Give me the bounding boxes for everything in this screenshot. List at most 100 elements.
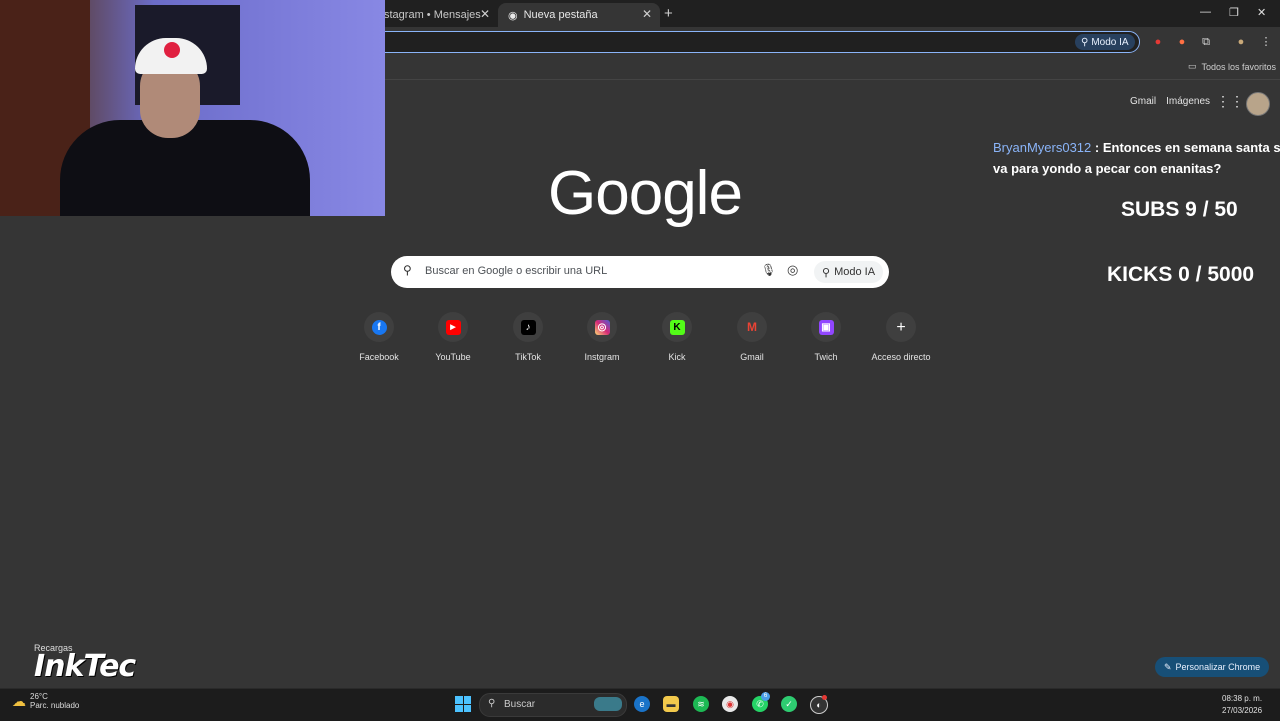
shortcut-youtube[interactable]: ▶ YouTube xyxy=(418,312,488,362)
tab-close-icon[interactable]: ✕ xyxy=(480,7,490,21)
plus-icon: + xyxy=(896,318,906,336)
pencil-icon: ✎ xyxy=(1164,661,1172,672)
brand-name: InkTec xyxy=(34,649,136,684)
shortcut-tile: + xyxy=(886,312,916,342)
windows-logo-pane xyxy=(455,704,463,712)
time: 08:38 p. m. xyxy=(1222,694,1263,703)
taskbar-search[interactable]: ⚲ Buscar xyxy=(479,693,627,717)
extension-icon[interactable]: ● xyxy=(1151,35,1165,49)
profile-icon[interactable]: ● xyxy=(1234,35,1248,49)
shortcut-tiktok[interactable]: ♪ TikTok xyxy=(493,312,563,362)
shortcut-instagram[interactable]: ◎ Instgram xyxy=(567,312,637,362)
windows-logo-pane xyxy=(463,704,471,712)
weather-widget[interactable]: ☁ 26°C Parc. nublado xyxy=(12,692,79,710)
chrome-icon: ◉ xyxy=(508,9,518,22)
weather-condition: Parc. nublado xyxy=(30,701,80,710)
start-button[interactable] xyxy=(455,696,471,712)
search-icon: ⚲ xyxy=(488,698,496,709)
all-bookmarks-button[interactable]: ▭ Todos los favoritos xyxy=(1188,61,1276,72)
menu-icon[interactable]: ⋮ xyxy=(1259,35,1273,49)
shortcut-tile: f xyxy=(364,312,394,342)
shortcut-tile: ♪ xyxy=(513,312,543,342)
gmail-link[interactable]: Gmail xyxy=(1130,96,1156,107)
tiktok-icon: ♪ xyxy=(520,319,536,335)
restore-icon[interactable]: ❐ xyxy=(1229,6,1239,19)
chat-message: BryanMyers0312 : Entonces en semana sant… xyxy=(993,137,1280,179)
shortcut-label: YouTube xyxy=(435,352,471,362)
shortcut-label: Instgram xyxy=(584,352,620,362)
lens-icon[interactable]: ◎ xyxy=(787,262,798,278)
omnibox-ai-label: Modo IA xyxy=(1091,36,1129,48)
file-explorer-icon[interactable]: ▬ xyxy=(663,696,679,712)
puzzle-icon[interactable]: ⧉ xyxy=(1199,35,1213,49)
chat-text-line1: : Entonces en semana santa s xyxy=(1091,140,1280,155)
chrome-icon[interactable]: ◉ xyxy=(722,696,738,712)
tab-new-tab[interactable]: ◉ Nueva pestaña ✕ xyxy=(498,3,660,27)
kicks-goal: KICKS 0 / 5000 xyxy=(1107,263,1255,286)
brand-logo: Recargas InkTec xyxy=(34,643,136,684)
facebook-icon: f xyxy=(371,319,387,335)
windows-logo-pane xyxy=(455,696,463,704)
shortcut-tile: ▶ xyxy=(438,312,468,342)
tab-instagram[interactable]: stagram • Mensajes ✕ xyxy=(378,3,498,27)
omnibox-ai-mode-button[interactable]: ⚲ Modo IA xyxy=(1075,34,1135,50)
shortcut-kick[interactable]: K Kick xyxy=(642,312,712,362)
address-bar[interactable] xyxy=(350,31,1140,53)
instagram-icon: ◎ xyxy=(594,319,610,335)
shortcut-twitch[interactable]: ▣ Twich xyxy=(791,312,861,362)
extension-icon[interactable]: ● xyxy=(1175,35,1189,49)
windows-logo-pane xyxy=(463,696,471,704)
shortcut-gmail[interactable]: M Gmail xyxy=(717,312,787,362)
recording-dot xyxy=(822,695,827,700)
tab-close-icon[interactable]: ✕ xyxy=(642,7,652,21)
ai-search-icon: ⚲ xyxy=(1081,36,1089,48)
shortcut-tile: K xyxy=(662,312,692,342)
system-clock[interactable]: 08:38 p. m. 27/03/2026 xyxy=(1222,693,1262,717)
cap-logo xyxy=(164,42,180,58)
edge-icon[interactable]: e xyxy=(634,696,650,712)
chat-username: BryanMyers0312 xyxy=(993,140,1092,155)
shortcut-tile: ◎ xyxy=(587,312,617,342)
subs-goal: SUBS 9 / 50 xyxy=(1121,198,1238,221)
app-icon[interactable]: ✓ xyxy=(781,696,797,712)
shortcut-label: Facebook xyxy=(359,352,399,362)
all-bookmarks-label: Todos los favoritos xyxy=(1201,61,1277,72)
youtube-icon: ▶ xyxy=(445,319,461,335)
chat-text-line2: va para yondo a pecar con enanitas? xyxy=(993,161,1222,176)
shortcut-label: Gmail xyxy=(740,352,764,362)
google-top-links: Gmail Imágenes xyxy=(1130,96,1210,107)
kick-icon: K xyxy=(669,319,685,335)
date: 27/03/2026 xyxy=(1222,706,1263,715)
new-tab-button[interactable]: + xyxy=(664,5,673,22)
microphone-icon[interactable]: 🎙 xyxy=(761,263,776,277)
google-logo: Google xyxy=(548,159,743,228)
gmail-icon: M xyxy=(747,319,757,334)
search-input[interactable]: Buscar en Google o escribir una URL xyxy=(425,265,607,277)
ai-search-icon: ⚲ xyxy=(822,266,831,279)
shortcut-label: Twich xyxy=(814,352,838,362)
search-highlight-icon xyxy=(594,697,622,711)
customize-chrome-button[interactable]: ✎ Personalizar Chrome xyxy=(1155,657,1270,677)
shortcut-label: Kick xyxy=(668,352,686,362)
whatsapp-badge: 6 xyxy=(761,692,770,701)
shortcut-facebook[interactable]: f Facebook xyxy=(344,312,414,362)
customize-label: Personalizar Chrome xyxy=(1175,662,1261,672)
shortcut-tile: ▣ xyxy=(811,312,841,342)
images-link[interactable]: Imágenes xyxy=(1166,96,1210,107)
weather-text: 26°C Parc. nublado xyxy=(30,692,79,710)
account-avatar[interactable] xyxy=(1246,92,1270,116)
shortcut-tile: M xyxy=(737,312,767,342)
close-window-icon[interactable]: ✕ xyxy=(1257,6,1266,19)
minimize-icon[interactable]: — xyxy=(1200,6,1211,18)
twitch-icon: ▣ xyxy=(818,319,834,335)
tab-title: Nueva pestaña xyxy=(523,9,598,21)
search-box[interactable]: ⚲ Buscar en Google o escribir una URL 🎙 … xyxy=(391,256,889,288)
temperature: 26°C xyxy=(30,692,48,701)
cloud-sun-icon: ☁ xyxy=(12,692,26,709)
spotify-icon[interactable]: ≋ xyxy=(693,696,709,712)
ai-mode-button[interactable]: ⚲ Modo IA xyxy=(814,261,884,283)
shortcut-label: Acceso directo xyxy=(871,352,931,362)
shortcut-add[interactable]: + Acceso directo xyxy=(866,312,936,362)
tab-title: stagram • Mensajes xyxy=(384,9,481,21)
shortcut-label: TikTok xyxy=(515,352,541,362)
